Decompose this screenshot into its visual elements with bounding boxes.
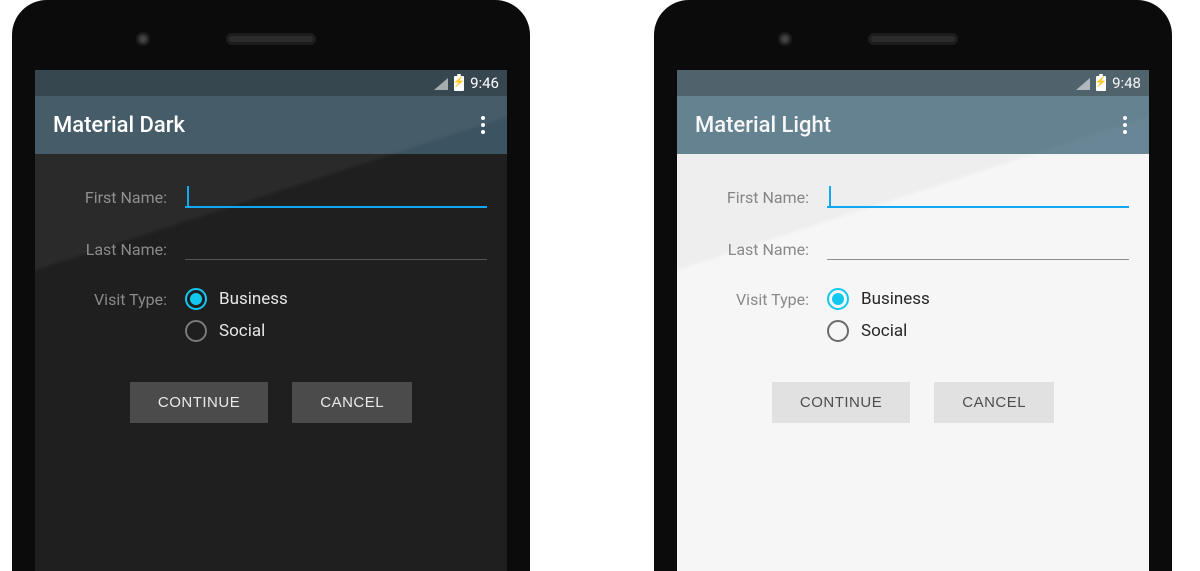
phone-frame-dark: ⚡ 9:46 Material Dark First Name: Last Na… [12,0,530,571]
app-title: Material Dark [53,113,185,138]
radio-social[interactable]: Social [185,320,487,342]
status-time: 9:46 [470,74,499,92]
cancel-button[interactable]: CANCEL [292,382,412,423]
label-first-name: First Name: [55,188,185,207]
screen-dark: ⚡ 9:46 Material Dark First Name: Last Na… [35,70,507,571]
speaker-grill [868,33,958,45]
app-bar: Material Dark [35,96,507,154]
last-name-input[interactable] [827,236,1129,262]
battery-charging-icon: ⚡ [454,76,464,91]
speaker-grill [226,33,316,45]
row-last-name: Last Name: [697,236,1129,262]
volume-rocker [1171,145,1172,235]
label-last-name: Last Name: [697,240,827,259]
visit-type-radio-group: Business Social [827,288,1129,352]
radio-icon-unchecked [827,320,849,342]
first-name-input[interactable] [827,184,1129,210]
visit-type-radio-group: Business Social [185,288,487,352]
input-underline [827,206,1129,208]
radio-icon-checked [185,288,207,310]
input-underline [185,259,487,260]
status-time: 9:48 [1112,74,1141,92]
app-title: Material Light [695,113,831,138]
cancel-button[interactable]: CANCEL [934,382,1054,423]
screen-light: ⚡ 9:48 Material Light First Name: Last N… [677,70,1149,571]
form-content: First Name: Last Name: Visit Type: Busin [35,154,507,423]
input-underline [827,259,1129,260]
radio-icon-unchecked [185,320,207,342]
radio-label: Business [219,289,288,309]
phone-frame-light: ⚡ 9:48 Material Light First Name: Last N… [654,0,1172,571]
label-first-name: First Name: [697,188,827,207]
input-underline [185,206,487,208]
row-visit-type: Visit Type: Business Social [55,288,487,352]
row-visit-type: Visit Type: Business Social [697,288,1129,352]
power-button-hw [1171,250,1172,290]
radio-label: Social [219,321,265,341]
status-bar: ⚡ 9:48 [677,70,1149,96]
form-content: First Name: Last Name: Visit Type: Busin [677,154,1149,423]
overflow-menu-icon[interactable] [1119,112,1131,138]
continue-button[interactable]: CONTINUE [772,382,910,423]
volume-rocker [529,145,530,235]
radio-business[interactable]: Business [827,288,1129,310]
label-visit-type: Visit Type: [55,288,185,309]
battery-charging-icon: ⚡ [1096,76,1106,91]
app-bar: Material Light [677,96,1149,154]
radio-label: Business [861,289,930,309]
camera-dot [778,32,792,46]
row-last-name: Last Name: [55,236,487,262]
label-last-name: Last Name: [55,240,185,259]
radio-icon-checked [827,288,849,310]
radio-social[interactable]: Social [827,320,1129,342]
continue-button[interactable]: CONTINUE [130,382,268,423]
first-name-input[interactable] [185,184,487,210]
row-first-name: First Name: [697,184,1129,210]
row-first-name: First Name: [55,184,487,210]
text-cursor [829,186,831,206]
status-bar: ⚡ 9:46 [35,70,507,96]
radio-label: Social [861,321,907,341]
signal-icon [1076,78,1090,90]
button-row: CONTINUE CANCEL [697,382,1129,423]
button-row: CONTINUE CANCEL [55,382,487,423]
signal-icon [434,78,448,90]
text-cursor [187,186,189,206]
camera-dot [136,32,150,46]
radio-business[interactable]: Business [185,288,487,310]
last-name-input[interactable] [185,236,487,262]
label-visit-type: Visit Type: [697,288,827,309]
overflow-menu-icon[interactable] [477,112,489,138]
power-button-hw [529,250,530,290]
